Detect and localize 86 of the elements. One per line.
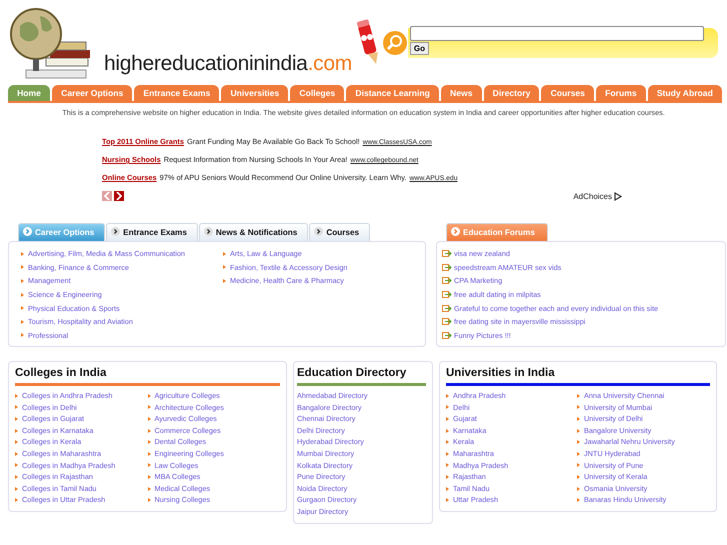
bullet-icon xyxy=(577,416,580,421)
bullet-icon xyxy=(21,278,24,283)
chevron-icon xyxy=(23,227,32,236)
bullet-icon xyxy=(577,463,580,468)
bullet-icon xyxy=(223,265,226,270)
arrow-icon xyxy=(442,264,452,271)
bullet-icon xyxy=(15,486,18,491)
bullet-icon xyxy=(148,452,150,456)
arrow-icon xyxy=(442,277,452,284)
go-button[interactable]: Go xyxy=(410,42,429,55)
bullet-icon xyxy=(446,416,449,421)
bullet-icon xyxy=(15,440,18,444)
bullet-icon xyxy=(577,394,580,398)
box-heading: Colleges in India xyxy=(15,367,108,379)
bullet-icon xyxy=(223,252,226,256)
bullet-icon xyxy=(223,278,226,283)
nav-tab[interactable]: Entrance Exams xyxy=(134,85,220,101)
play-triangle-icon xyxy=(614,192,622,200)
search-field[interactable] xyxy=(410,26,704,41)
chevron-icon xyxy=(111,227,120,236)
bullet-icon xyxy=(15,416,18,421)
bullet-icon xyxy=(148,474,150,479)
bullet-icon xyxy=(148,405,150,410)
bullet-icon xyxy=(446,428,449,433)
arrow-icon xyxy=(442,250,452,258)
bullet-icon xyxy=(577,452,580,456)
bullet-icon xyxy=(148,428,150,433)
site-logo[interactable]: highereducationinindia.com xyxy=(104,52,352,76)
bullet-icon xyxy=(21,292,24,297)
bullet-icon xyxy=(446,486,449,491)
bullet-icon xyxy=(15,428,18,433)
arrow-icon xyxy=(442,332,452,339)
nav-tab[interactable]: Universities xyxy=(221,85,288,101)
box-heading: Education Directory xyxy=(297,367,408,379)
bullet-icon xyxy=(577,486,580,491)
nav-tab[interactable]: Study Abroad xyxy=(648,85,722,101)
chevron-icon xyxy=(451,227,460,236)
nav-tab[interactable]: Colleges xyxy=(290,85,344,101)
bullet-icon xyxy=(446,452,449,456)
bullet-icon xyxy=(148,486,150,491)
nav-tab[interactable]: News xyxy=(440,85,482,101)
bullet-icon xyxy=(446,405,449,410)
bullet-icon xyxy=(15,463,18,468)
bullet-icon xyxy=(21,320,24,324)
bullet-icon xyxy=(15,452,18,456)
section-tab[interactable]: Entrance Exams xyxy=(106,223,198,241)
bullet-icon xyxy=(148,498,150,502)
nav-tab[interactable]: Home xyxy=(8,85,50,101)
bullet-icon xyxy=(577,405,580,410)
bullet-icon xyxy=(577,440,580,444)
bullet-icon xyxy=(148,416,150,421)
arrow-icon xyxy=(442,291,452,298)
chevron-icon xyxy=(204,227,213,236)
nav-tab[interactable]: Courses xyxy=(541,85,594,101)
arrow-icon xyxy=(442,318,452,326)
nav-tab[interactable]: Career Options xyxy=(52,85,132,101)
box-heading: Universities in India xyxy=(446,367,556,379)
bullet-icon xyxy=(148,394,150,398)
chevron-icon xyxy=(314,227,324,236)
bullet-icon xyxy=(577,428,580,433)
adchoices-link[interactable]: AdChoices xyxy=(573,192,612,200)
arrow-icon xyxy=(442,304,452,312)
bullet-icon xyxy=(15,474,18,479)
section-tab[interactable]: News & Notifications xyxy=(198,223,308,241)
bullet-icon xyxy=(21,265,24,270)
bullet-icon xyxy=(446,440,449,444)
nav-tab[interactable]: Directory xyxy=(484,85,540,101)
bullet-icon xyxy=(446,394,449,398)
bullet-icon xyxy=(577,498,580,502)
bullet-icon xyxy=(15,498,18,502)
bullet-icon xyxy=(446,498,449,502)
bullet-icon xyxy=(15,394,18,398)
bullet-icon xyxy=(21,306,24,310)
bullet-icon xyxy=(577,474,580,479)
bullet-icon xyxy=(21,333,24,338)
section-tab[interactable]: Courses xyxy=(309,223,370,241)
bullet-icon xyxy=(148,463,150,468)
nav-tab[interactable]: Distance Learning xyxy=(346,85,439,101)
search-icon xyxy=(382,30,408,56)
bullet-icon xyxy=(21,252,24,256)
bullet-icon xyxy=(148,440,150,444)
nav-tab[interactable]: Forums xyxy=(596,85,646,101)
bullet-icon xyxy=(15,405,18,410)
bullet-icon xyxy=(446,463,449,468)
bullet-icon xyxy=(446,474,449,479)
next-button[interactable] xyxy=(114,191,124,201)
